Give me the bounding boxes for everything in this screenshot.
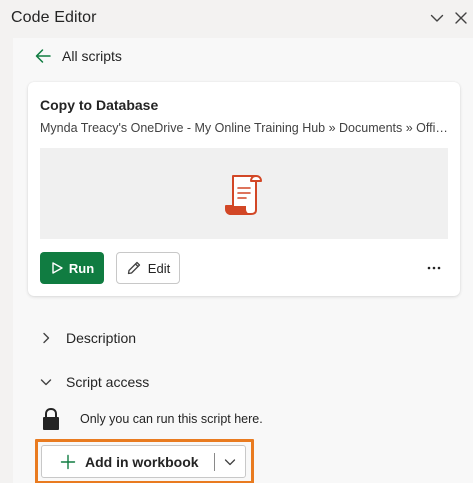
chevron-down-icon: [40, 379, 52, 386]
chevron-down-icon: [430, 14, 444, 22]
script-thumbnail: [40, 148, 448, 239]
script-access-section-toggle[interactable]: Script access: [39, 371, 149, 393]
run-script-button[interactable]: Run: [40, 252, 104, 284]
script-details-panel: All scripts Copy to Database Mynda Treac…: [13, 38, 473, 483]
more-options-button[interactable]: [422, 256, 446, 280]
script-name: Copy to Database: [40, 97, 159, 113]
description-section-label: Description: [66, 330, 137, 346]
script-access-section-label: Script access: [66, 374, 150, 390]
script-card: Copy to Database Mynda Treacy's OneDrive…: [28, 82, 460, 296]
pane-title: Code Editor: [11, 9, 97, 26]
pane-header: Code Editor: [0, 0, 473, 36]
add-in-workbook-button[interactable]: Add in workbook: [42, 446, 214, 477]
script-access-text: Only you can run this script here.: [80, 412, 263, 426]
collapse-pane-button[interactable]: [426, 7, 448, 29]
pencil-icon: [127, 261, 140, 275]
script-scroll-icon: [225, 174, 262, 215]
script-path: Mynda Treacy's OneDrive - My Online Trai…: [40, 121, 450, 135]
close-pane-button[interactable]: [450, 7, 472, 29]
add-in-workbook-split-button: Add in workbook: [41, 445, 246, 478]
chevron-down-icon: [224, 458, 236, 465]
back-link-label: All scripts: [62, 48, 122, 64]
chevron-right-icon: [43, 332, 50, 344]
run-button-label: Run: [68, 260, 95, 276]
back-to-all-scripts-link[interactable]: All scripts: [33, 46, 122, 66]
more-horizontal-icon: [427, 266, 441, 270]
edit-button-label: Edit: [147, 260, 171, 276]
lock-icon: [43, 407, 59, 430]
close-icon: [455, 12, 467, 24]
description-section-toggle[interactable]: Description: [39, 327, 136, 349]
add-options-dropdown-button[interactable]: [215, 446, 245, 477]
play-icon: [52, 262, 63, 274]
arrow-left-icon: [35, 49, 51, 63]
add-in-workbook-label: Add in workbook: [85, 453, 199, 470]
plus-icon: [60, 454, 76, 469]
edit-script-button[interactable]: Edit: [116, 252, 180, 284]
script-access-note: Only you can run this script here.: [41, 406, 263, 432]
